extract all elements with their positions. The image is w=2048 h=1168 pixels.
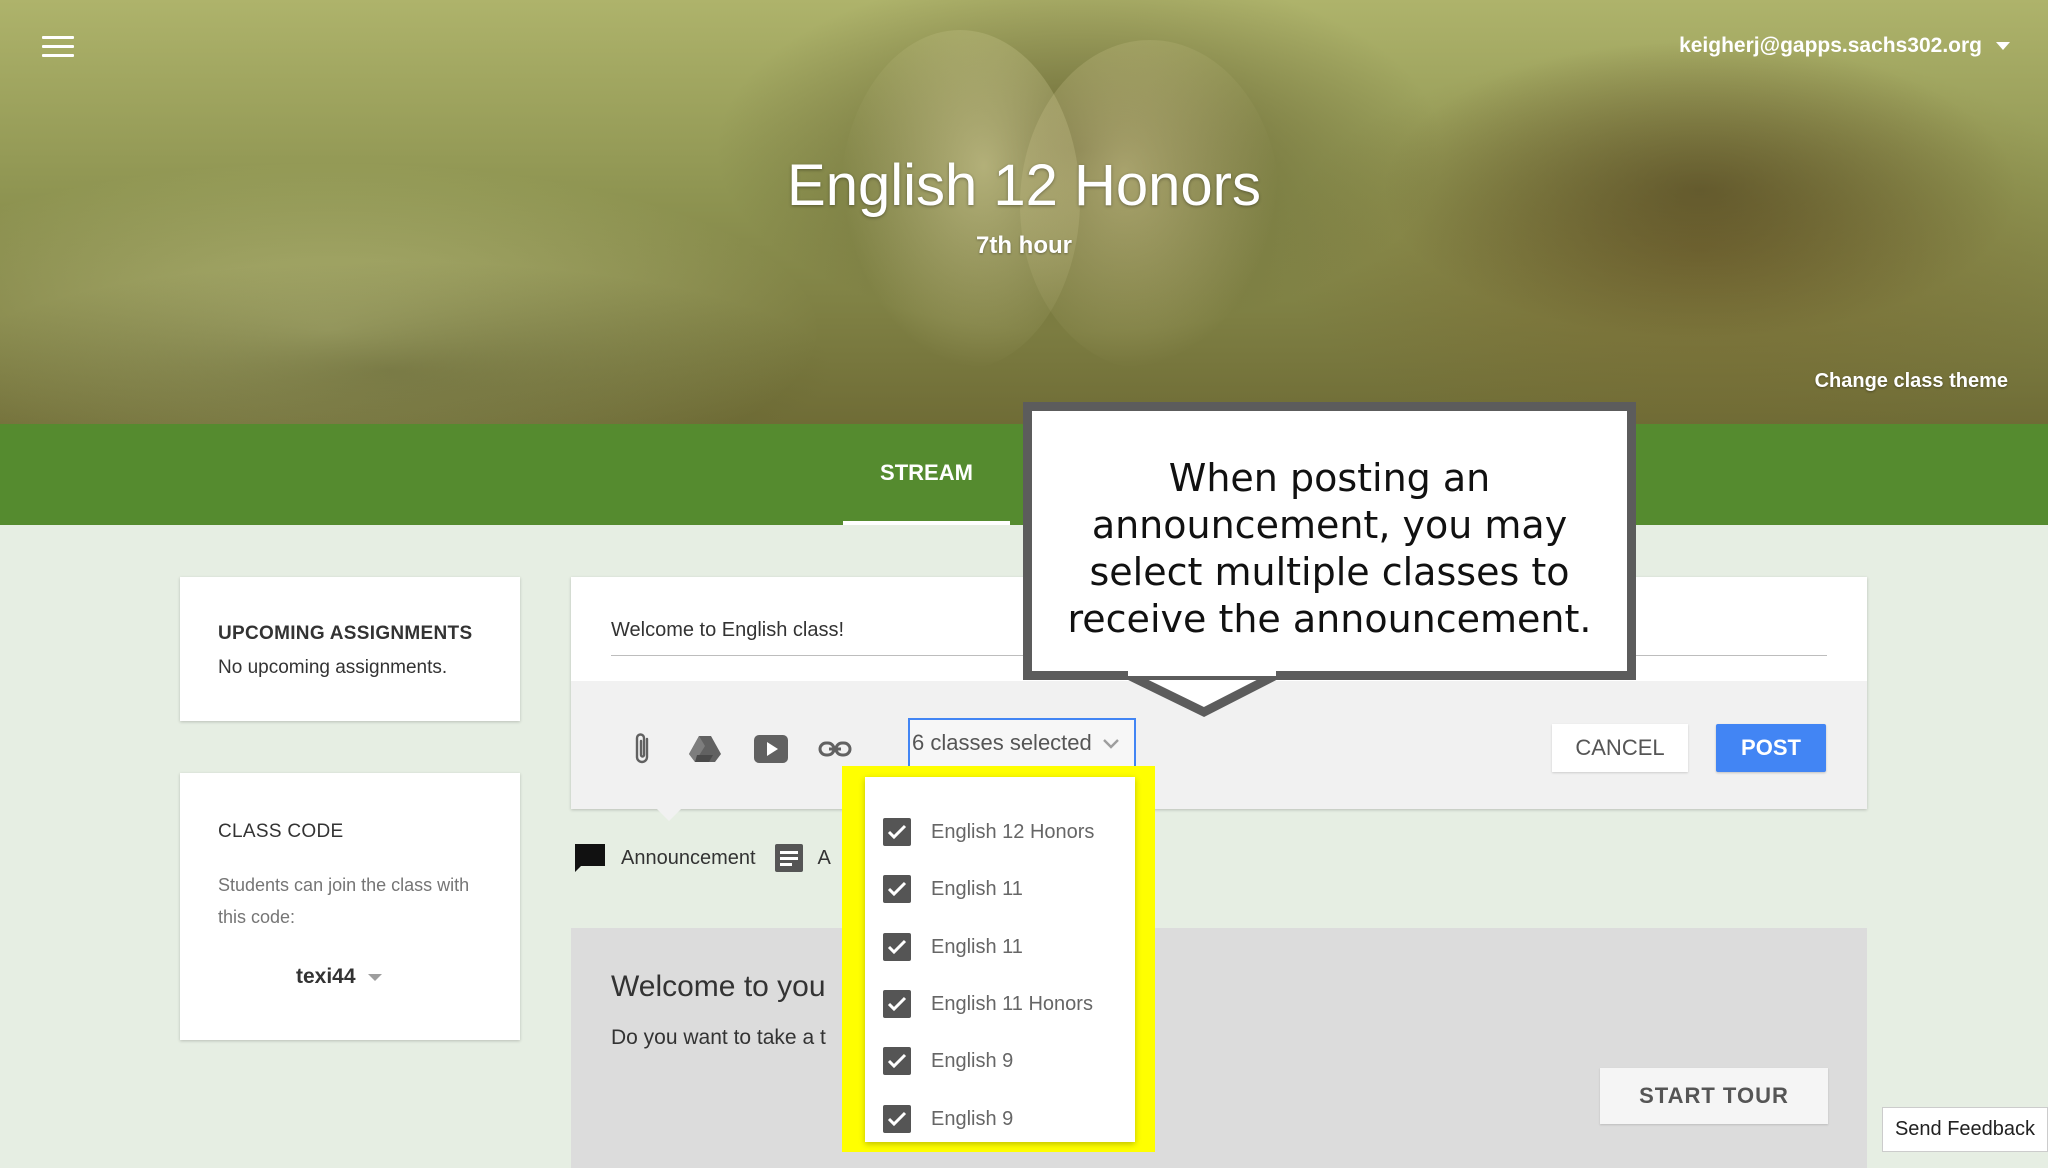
class-dropdown-menu: English 12 Honors English 11 English 11 … <box>865 777 1135 1142</box>
cancel-button[interactable]: CANCEL <box>1552 724 1688 772</box>
class-code-text: texi44 <box>296 965 356 988</box>
post-type-selector: Announcement A <box>573 838 849 878</box>
class-option[interactable]: English 9 <box>883 1099 1013 1139</box>
youtube-icon[interactable] <box>753 731 789 767</box>
send-feedback-button[interactable]: Send Feedback <box>1882 1107 2048 1152</box>
class-banner: keigherj@gapps.sachs302.org English 12 H… <box>0 0 2048 424</box>
upcoming-title: UPCOMING ASSIGNMENTS <box>218 623 473 644</box>
post-type-assignment[interactable]: A <box>774 843 831 873</box>
composer-pointer <box>653 805 685 821</box>
announcement-label: Announcement <box>621 846 756 869</box>
account-email: keigherj@gapps.sachs302.org <box>1679 34 1982 57</box>
assignment-icon <box>774 844 803 872</box>
class-option-label: English 9 <box>931 1049 1014 1072</box>
checkbox-checked-icon[interactable] <box>883 875 911 903</box>
banner-book-shape <box>0 260 840 424</box>
class-option-label: English 11 Honors <box>931 992 1093 1015</box>
class-option-label: English 9 <box>931 1107 1014 1130</box>
class-code-value[interactable]: texi44 <box>296 965 382 989</box>
post-button[interactable]: POST <box>1716 724 1826 772</box>
class-option[interactable]: English 11 Honors <box>883 984 1093 1024</box>
checkbox-checked-icon[interactable] <box>883 818 911 846</box>
assignment-label: A <box>817 846 831 869</box>
tab-stream[interactable]: STREAM <box>843 424 1010 525</box>
drive-icon[interactable] <box>687 731 723 767</box>
caret-down-icon <box>1996 42 2010 50</box>
class-title: English 12 Honors <box>787 153 1261 218</box>
welcome-description: Do you want to take a t <box>611 1026 826 1049</box>
welcome-title: Welcome to you <box>611 970 826 1003</box>
checkbox-checked-icon[interactable] <box>883 990 911 1018</box>
class-select-dropdown[interactable]: 6 classes selected <box>908 718 1136 768</box>
checkbox-checked-icon[interactable] <box>883 1047 911 1075</box>
upcoming-assignments-card: UPCOMING ASSIGNMENTS No upcoming assignm… <box>180 577 520 721</box>
menu-icon[interactable] <box>42 30 74 58</box>
checkbox-checked-icon[interactable] <box>883 1105 911 1133</box>
class-option[interactable]: English 11 <box>883 869 1023 909</box>
class-option-label: English 12 Honors <box>931 820 1095 843</box>
class-select-label: 6 classes selected <box>912 730 1092 755</box>
start-tour-button[interactable]: START TOUR <box>1600 1068 1828 1124</box>
class-code-description: Students can join the class with this co… <box>218 875 470 927</box>
welcome-card: Welcome to you Do you want to take a t S… <box>571 928 1867 1168</box>
class-option[interactable]: English 12 Honors <box>883 812 1094 852</box>
attach-icon[interactable] <box>625 731 661 767</box>
class-subtitle: 7th hour <box>976 232 1072 259</box>
announcement-icon <box>575 844 605 872</box>
checkbox-checked-icon[interactable] <box>883 933 911 961</box>
change-theme-link[interactable]: Change class theme <box>1815 370 2008 393</box>
class-option-label: English 11 <box>931 935 1023 958</box>
account-switcher[interactable]: keigherj@gapps.sachs302.org <box>1679 34 2010 58</box>
composer-toolbar: 6 classes selected CANCEL POST <box>571 681 1867 809</box>
chevron-down-icon <box>1102 739 1119 749</box>
post-type-announcement[interactable]: Announcement <box>573 842 756 874</box>
upcoming-empty-text: No upcoming assignments. <box>218 657 448 678</box>
class-option[interactable]: English 9 <box>883 1041 1013 1081</box>
class-code-card: CLASS CODE Students can join the class w… <box>180 773 520 1040</box>
link-icon[interactable] <box>817 731 853 767</box>
instruction-callout: When posting an announcement, you may se… <box>1023 402 1636 680</box>
caret-down-icon <box>367 973 382 981</box>
class-code-title: CLASS CODE <box>218 821 344 842</box>
class-option[interactable]: English 11 <box>883 927 1023 967</box>
class-option-label: English 11 <box>931 877 1023 900</box>
